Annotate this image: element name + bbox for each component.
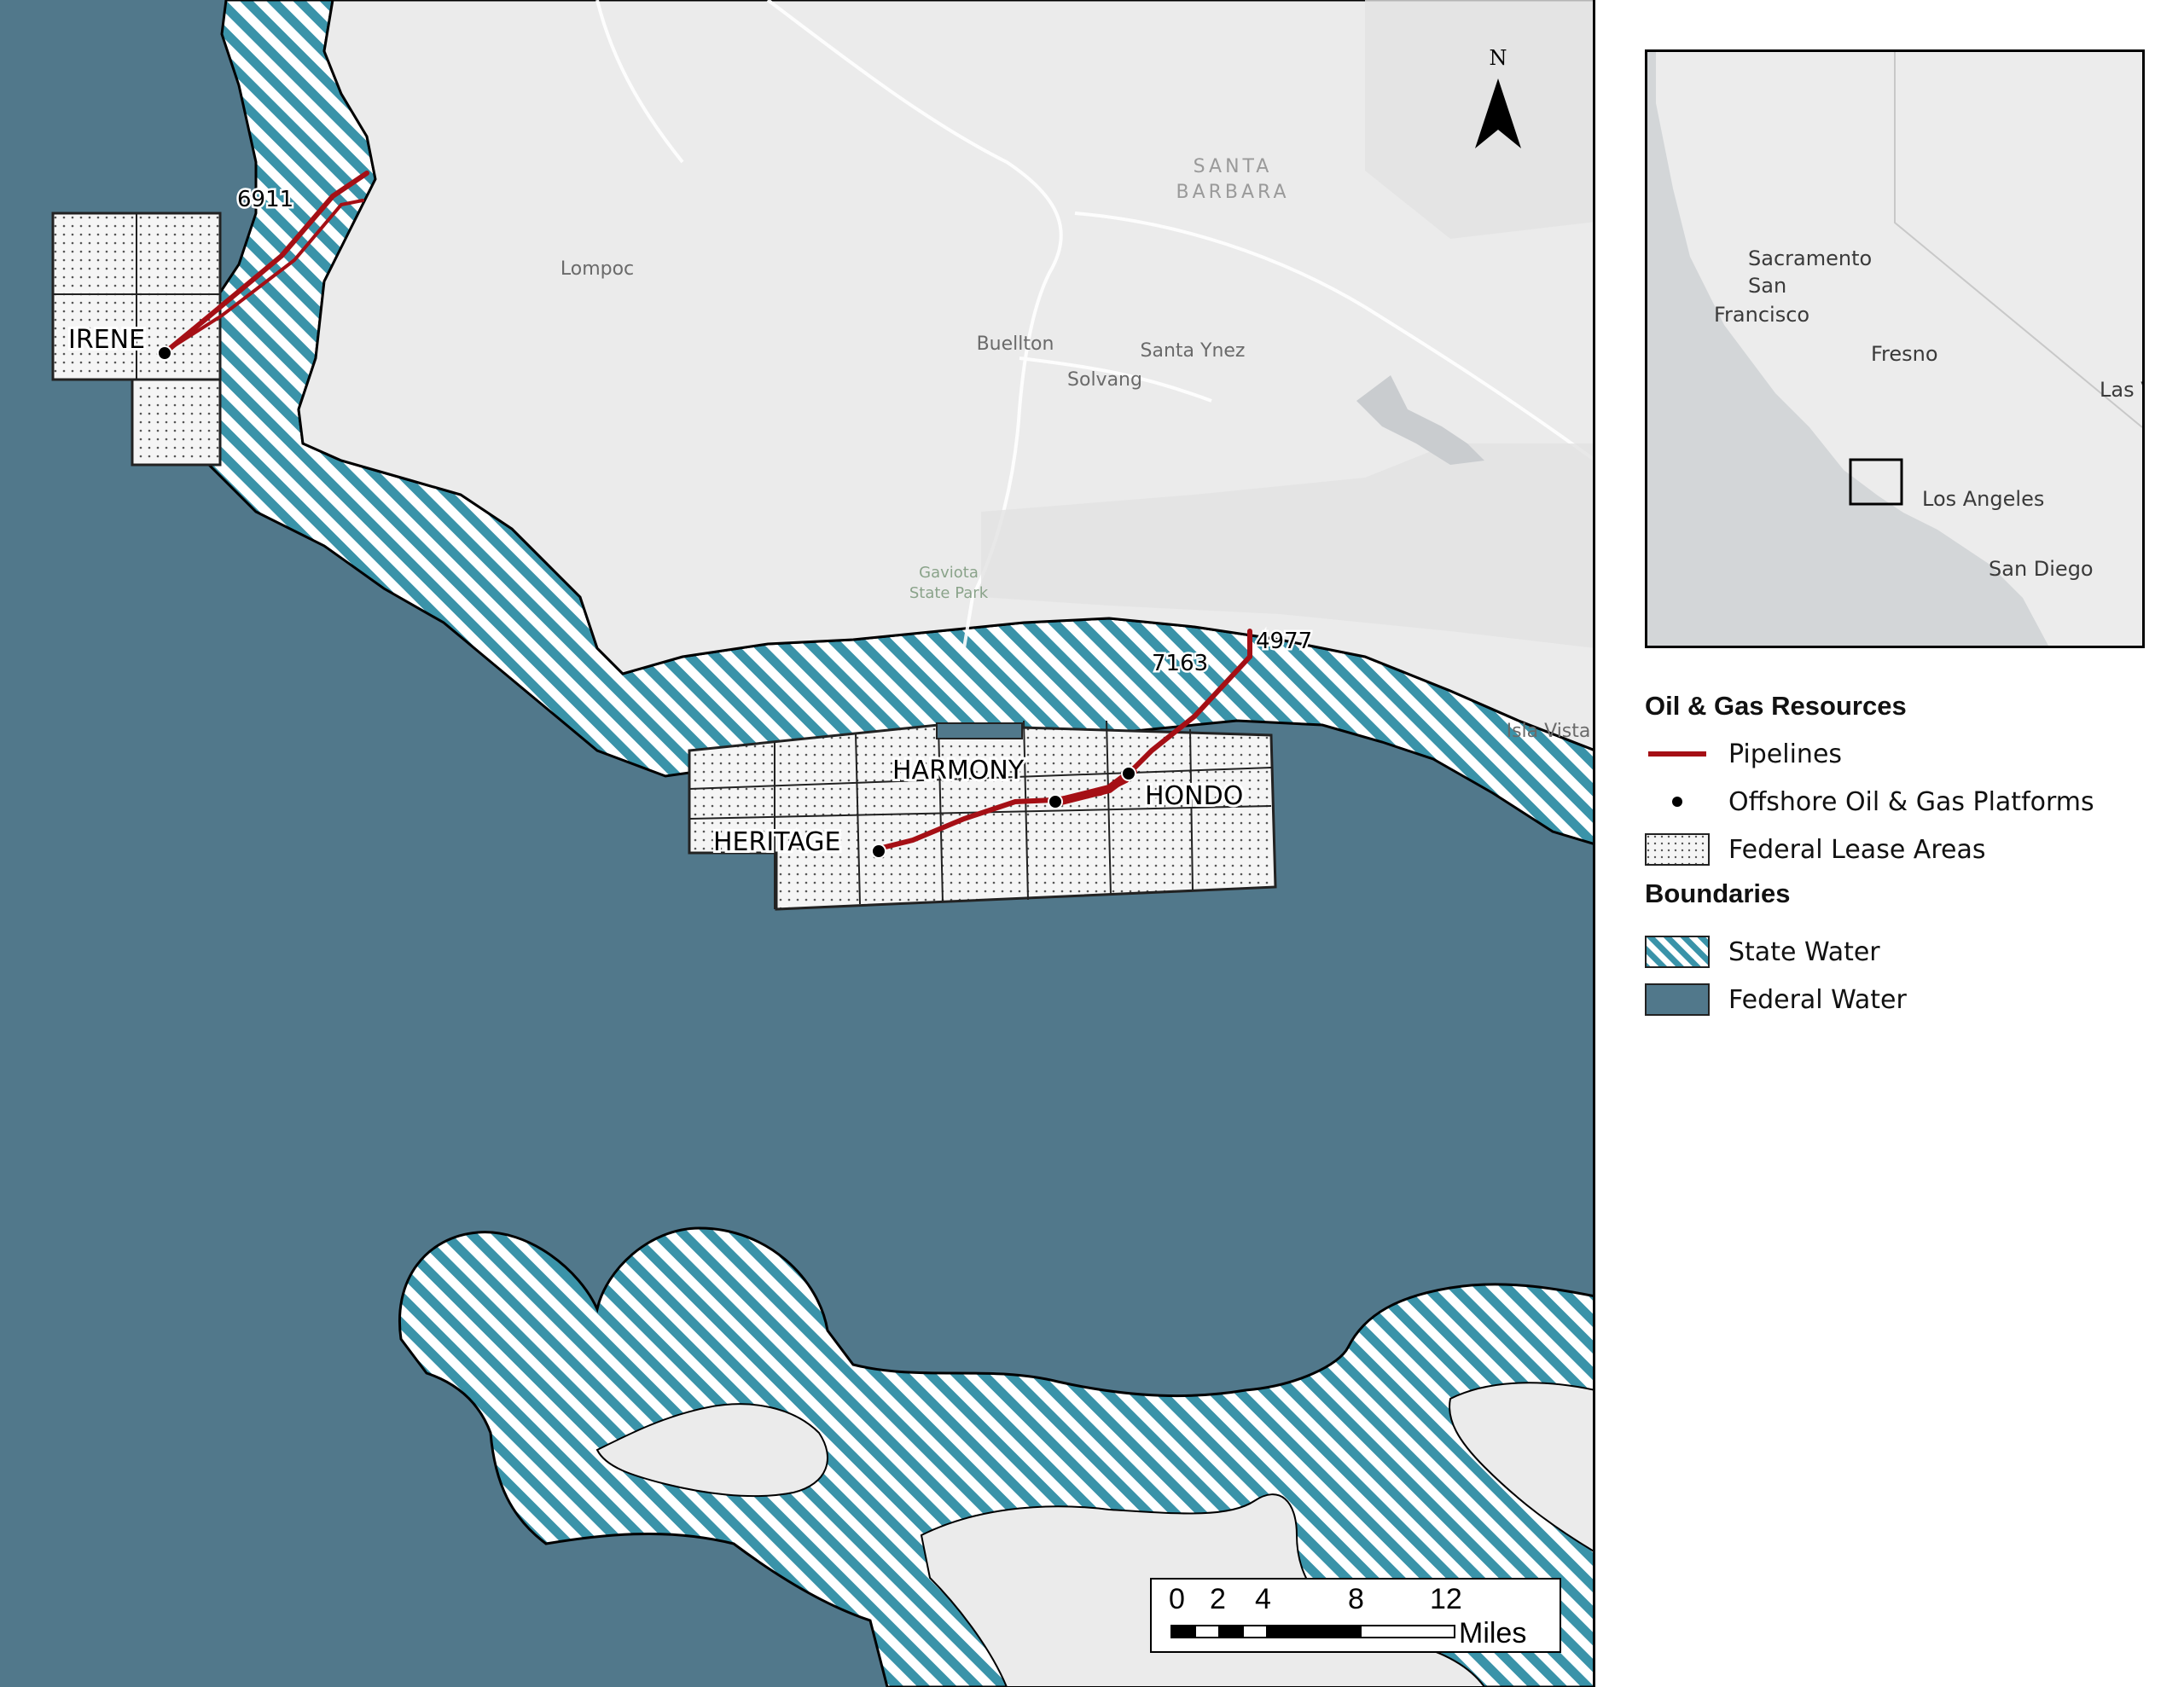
pipeline-7163: 7163 bbox=[1152, 651, 1208, 676]
legend-item-pipelines: Pipelines bbox=[1645, 730, 2157, 778]
inset-city-sacramento: Sacramento bbox=[1748, 246, 1872, 270]
park-label-2: State Park bbox=[909, 584, 989, 602]
federal-water-swatch-icon bbox=[1645, 983, 1710, 1016]
inset-city-las-vegas: Las V bbox=[2100, 378, 2142, 402]
inset-city-fresno: Fresno bbox=[1871, 342, 1938, 366]
platform-heritage: HERITAGE bbox=[713, 827, 840, 857]
scale-tick-12: 12 bbox=[1430, 1583, 1462, 1615]
legend: Oil & Gas Resources Pipelines Offshore O… bbox=[1645, 691, 2157, 1023]
platform-irene: IRENE bbox=[68, 325, 145, 355]
scale-tick-8: 8 bbox=[1348, 1583, 1364, 1615]
inset-city-los-angeles: Los Angeles bbox=[1922, 487, 2044, 511]
lease-gap bbox=[936, 722, 1023, 739]
inset-canvas: Sacramento San Francisco Fresno Las V Lo… bbox=[1647, 52, 2142, 646]
platform-hondo: HONDO bbox=[1145, 781, 1243, 811]
state-water-swatch-icon bbox=[1645, 936, 1710, 968]
inset-city-san: San bbox=[1748, 274, 1786, 298]
legend-label-federal-water: Federal Water bbox=[1728, 984, 1907, 1015]
north-arrow-icon: N bbox=[1475, 46, 1521, 148]
place-solvang: Solvang bbox=[1067, 369, 1142, 391]
county-label-1: SANTA bbox=[1194, 156, 1273, 177]
legend-item-platforms: Offshore Oil & Gas Platforms bbox=[1645, 778, 2157, 826]
inset-map[interactable]: Sacramento San Francisco Fresno Las V Lo… bbox=[1645, 49, 2145, 648]
pipeline-6911: 6911 bbox=[237, 187, 293, 212]
scale-tick-4: 4 bbox=[1255, 1583, 1271, 1615]
place-santa-ynez: Santa Ynez bbox=[1141, 340, 1246, 362]
place-lompoc: Lompoc bbox=[561, 258, 634, 280]
lease-swatch-icon bbox=[1645, 833, 1710, 866]
scale-bar-graphic bbox=[1170, 1625, 1455, 1638]
legend-label-state-water: State Water bbox=[1728, 936, 1880, 967]
legend-label-pipelines: Pipelines bbox=[1728, 739, 1843, 769]
inset-city-san-diego: San Diego bbox=[1989, 557, 2094, 581]
pipeline-swatch-icon bbox=[1645, 738, 1710, 770]
main-map[interactable]: SANTA BARBARA Lompoc Buellton Santa Ynez… bbox=[0, 0, 1595, 1687]
scale-unit: Miles bbox=[1459, 1617, 1527, 1649]
scale-bar: 0 2 4 8 12 Miles bbox=[1150, 1578, 1561, 1653]
platform-swatch-icon bbox=[1645, 786, 1710, 818]
legend-item-federal-water: Federal Water bbox=[1645, 976, 2157, 1023]
place-isla-vista: Isla Vista bbox=[1507, 721, 1591, 742]
platform-harmony: HARMONY bbox=[892, 756, 1025, 786]
legend-section-oil-gas: Oil & Gas Resources bbox=[1645, 691, 1907, 721]
legend-section-boundaries: Boundaries bbox=[1645, 878, 1791, 908]
county-label-2: BARBARA bbox=[1176, 182, 1289, 203]
scale-tick-0: 0 bbox=[1169, 1583, 1185, 1615]
legend-item-state-water: State Water bbox=[1645, 928, 2157, 976]
north-label: N bbox=[1490, 46, 1507, 70]
map-canvas: SANTA BARBARA Lompoc Buellton Santa Ynez… bbox=[0, 0, 1593, 1687]
pipeline-4977: 4977 bbox=[1256, 629, 1312, 654]
place-buellton: Buellton bbox=[977, 333, 1054, 355]
inset-city-francisco: Francisco bbox=[1714, 303, 1809, 327]
scale-tick-2: 2 bbox=[1210, 1583, 1226, 1615]
legend-label-lease: Federal Lease Areas bbox=[1728, 834, 1986, 865]
legend-item-lease: Federal Lease Areas bbox=[1645, 826, 2157, 873]
legend-label-platforms: Offshore Oil & Gas Platforms bbox=[1728, 786, 2094, 817]
park-label-1: Gaviota bbox=[919, 564, 979, 582]
